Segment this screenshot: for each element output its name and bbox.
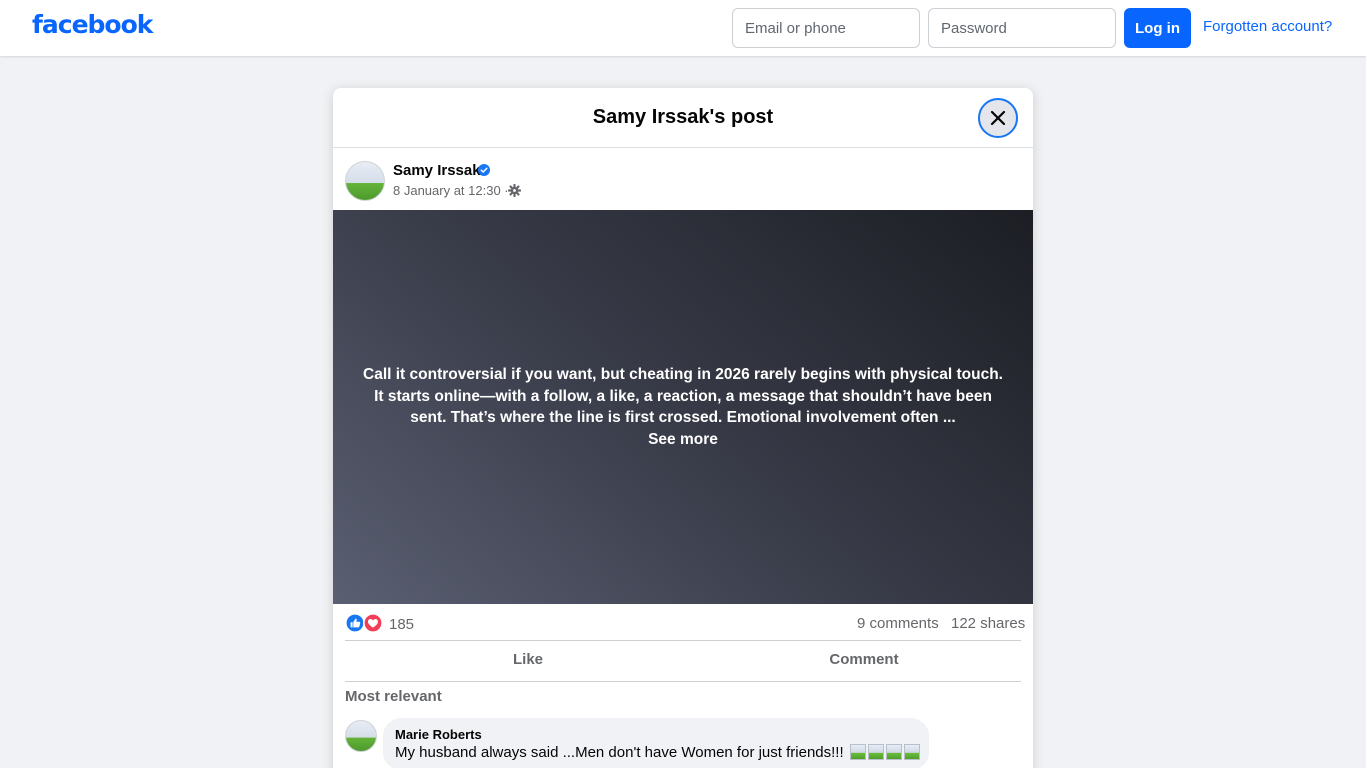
- comment-button[interactable]: Comment: [699, 645, 1029, 675]
- login-button[interactable]: Log in: [1124, 8, 1191, 48]
- comment-body: My husband always said ...Men don't have…: [395, 744, 844, 761]
- commenter-avatar[interactable]: [345, 720, 377, 752]
- divider: [345, 681, 1021, 682]
- forgotten-account-link[interactable]: Forgotten account?: [1203, 18, 1332, 35]
- comment-author[interactable]: Marie Roberts: [395, 727, 482, 742]
- post-text: Call it controversial if you want, but c…: [359, 364, 1007, 450]
- post-background: Call it controversial if you want, but c…: [333, 210, 1033, 604]
- see-more-link[interactable]: See more: [359, 429, 1007, 451]
- facebook-logo[interactable]: facebook: [32, 10, 153, 39]
- dialog-header: Samy Irssak's post: [333, 88, 1033, 148]
- like-button[interactable]: Like: [363, 645, 693, 675]
- emoji-image: [849, 744, 866, 760]
- emoji-image: [867, 744, 884, 760]
- post-timestamp[interactable]: 8 January at 12:30 ·: [393, 183, 509, 198]
- comment-bubble: Marie Roberts My husband always said ...…: [383, 718, 929, 768]
- comment-filter[interactable]: Most relevant: [345, 688, 442, 705]
- like-reaction-icon: [345, 613, 365, 633]
- emoji-image: [903, 744, 920, 760]
- dialog-title: Samy Irssak's post: [592, 106, 774, 128]
- email-input[interactable]: [732, 8, 920, 48]
- author-avatar[interactable]: [345, 161, 385, 201]
- shares-count[interactable]: 122 shares: [951, 615, 1025, 632]
- password-input[interactable]: [928, 8, 1116, 48]
- close-button[interactable]: [978, 98, 1018, 138]
- verified-badge-icon: [478, 164, 490, 176]
- author-name[interactable]: Samy Irssak: [393, 162, 481, 179]
- close-icon: [990, 110, 1006, 126]
- love-reaction-icon: [363, 613, 383, 633]
- reaction-count[interactable]: 185: [389, 616, 414, 633]
- divider: [345, 640, 1021, 641]
- gear-icon[interactable]: [508, 184, 521, 197]
- top-bar: facebook Log in Forgotten account?: [0, 0, 1366, 56]
- post-dialog: Samy Irssak's post Samy Irssak 8 January…: [333, 88, 1033, 768]
- comments-count[interactable]: 9 comments: [857, 615, 939, 632]
- emoji-image: [885, 744, 902, 760]
- comment-text: My husband always said ...Men don't have…: [395, 744, 920, 761]
- post-body: Call it controversial if you want, but c…: [363, 366, 1003, 426]
